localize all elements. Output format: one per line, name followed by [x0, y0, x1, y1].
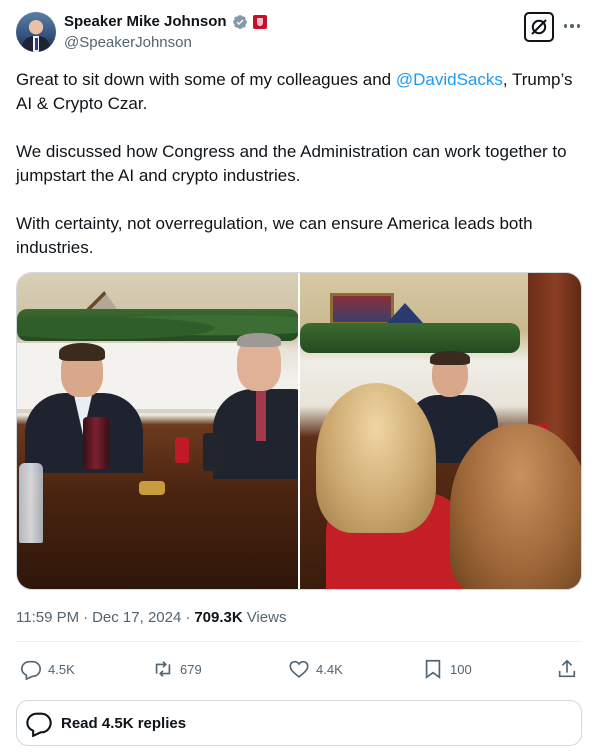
tweet-time[interactable]: 11:59 PM [16, 609, 79, 626]
like-count: 4.4K [316, 661, 343, 677]
share-icon [558, 659, 576, 678]
read-replies-label: Read 4.5K replies [61, 714, 187, 732]
person [306, 383, 466, 589]
reply-icon [26, 712, 52, 737]
tweet-date[interactable]: Dec 17, 2024 [92, 609, 181, 626]
bookmark-count: 100 [450, 661, 472, 677]
tweet-header: Speaker Mike Johnson @SpeakerJohnson [16, 12, 582, 54]
garland [300, 323, 520, 353]
person-hair [59, 343, 105, 361]
person-hair [450, 423, 581, 589]
like-button[interactable]: 4.4K [288, 656, 343, 682]
tweet-media [16, 272, 582, 590]
verified-badge-icon[interactable] [232, 14, 248, 30]
tumbler [83, 417, 109, 469]
person-tie [256, 391, 266, 441]
repost-icon [155, 661, 171, 677]
action-bar: 4.5K 679 4.4K 100 [16, 656, 582, 682]
handle[interactable]: @SpeakerJohnson [64, 34, 192, 51]
mug [203, 433, 223, 471]
person [450, 423, 581, 589]
person-hair [316, 383, 436, 533]
tweet-text-span: Great to sit down with some of my collea… [16, 70, 396, 89]
mention-link[interactable]: @DavidSacks [396, 70, 503, 89]
display-name[interactable]: Speaker Mike Johnson [64, 13, 227, 30]
meta-separator: · [83, 609, 89, 626]
grok-button[interactable] [524, 12, 554, 42]
tweet-meta: 11:59 PM · Dec 17, 2024 · 709.3K Views [16, 609, 286, 626]
reply-button[interactable]: 4.5K [20, 656, 75, 682]
meta-separator: · [185, 609, 191, 626]
house-seal-icon[interactable] [252, 14, 267, 29]
like-icon [289, 660, 309, 678]
grok-icon [531, 19, 547, 35]
repost-count: 679 [180, 661, 202, 677]
person [213, 333, 298, 479]
tweet-paragraph: We discussed how Congress and the Admini… [16, 142, 567, 185]
more-icon-dot [576, 24, 581, 28]
name-row: Speaker Mike Johnson [64, 13, 267, 30]
tweet-text: Great to sit down with some of my collea… [16, 68, 582, 260]
views-label: Views [246, 609, 287, 626]
more-icon-dot [570, 24, 574, 28]
views-count: 709.3K [194, 609, 243, 626]
read-replies-button[interactable]: Read 4.5K replies [16, 700, 582, 746]
divider [16, 641, 582, 642]
share-button[interactable] [556, 656, 578, 682]
coaster [139, 481, 165, 495]
soda-can [175, 437, 189, 463]
avatar-tie [34, 38, 38, 50]
avatar[interactable] [16, 12, 56, 52]
photo-meeting-left[interactable] [17, 273, 298, 589]
more-icon-dot [563, 24, 568, 28]
person-hair [430, 351, 470, 365]
person-hair [237, 333, 281, 347]
tweet-paragraph: With certainty, not overregulation, we c… [16, 214, 533, 257]
bookmark-button[interactable]: 100 [422, 656, 472, 682]
bookmark-icon [425, 659, 441, 679]
water-bottle [19, 463, 43, 543]
painting [330, 293, 394, 325]
repost-button[interactable]: 679 [152, 656, 202, 682]
tweet-paragraph: Great to sit down with some of my collea… [16, 68, 582, 116]
photo-meeting-right[interactable] [300, 273, 581, 589]
reply-count: 4.5K [48, 661, 75, 677]
more-button[interactable] [562, 16, 582, 36]
reply-icon [21, 660, 41, 680]
